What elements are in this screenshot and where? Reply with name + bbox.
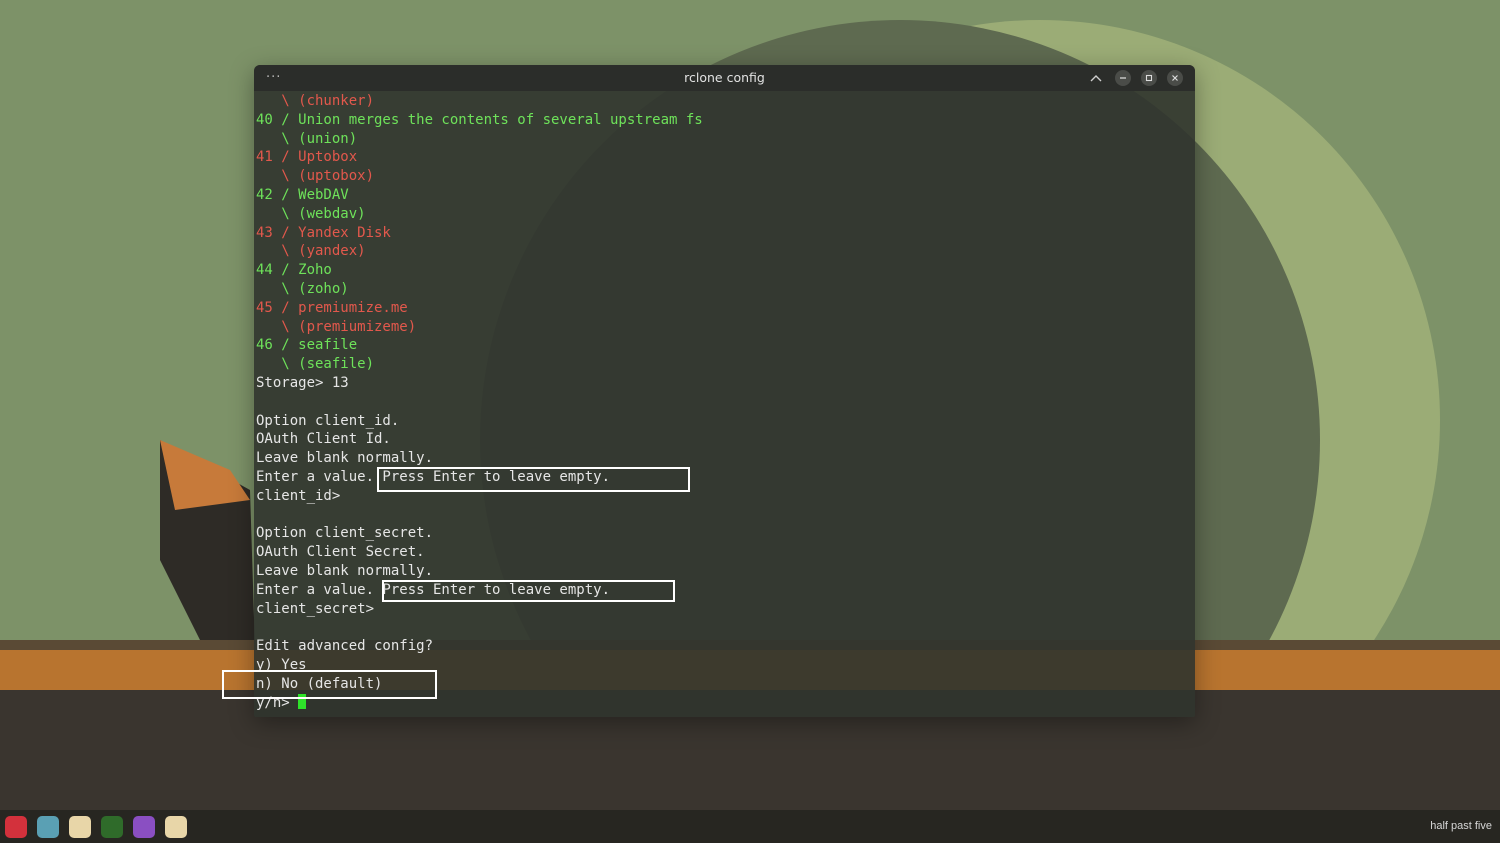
taskbar: half past five [0, 810, 1500, 843]
terminal-line: 42 / WebDAV [256, 186, 349, 203]
highlight-client-secret-hint [382, 580, 675, 602]
close-button[interactable] [1167, 70, 1183, 86]
terminal-line: \ (chunker) [256, 93, 375, 109]
debian-icon [5, 816, 27, 838]
terminal-line: \ (webdav) [256, 205, 366, 222]
taskbar-clock[interactable]: half past five [1430, 810, 1492, 843]
terminal-line: Storage> 13 [256, 374, 349, 391]
terminal-line: Leave blank normally. [256, 450, 434, 467]
terminal-output[interactable]: \ (chunker) 40 / Union merges the content… [256, 92, 1195, 717]
taskbar-app-button[interactable] [68, 815, 92, 839]
chevron-up-icon [1090, 75, 1102, 82]
maximize-button[interactable] [1141, 70, 1157, 86]
window-titlebar[interactable]: ··· rclone config [254, 65, 1195, 91]
close-icon [1172, 75, 1178, 81]
terminal-line: 40 / Union merges the contents of severa… [256, 111, 703, 128]
terminal-line: \ (uptobox) [256, 168, 375, 185]
maximize-icon [1145, 74, 1153, 82]
terminal-line: 46 / seafile [256, 337, 358, 354]
highlight-client-id-hint [377, 467, 690, 492]
taskbar-app-button[interactable] [4, 815, 28, 839]
terminal-line: \ (yandex) [256, 243, 366, 260]
terminal-window[interactable]: ··· rclone config \ (chunker) 40 / Union … [254, 65, 1195, 717]
browser-icon [133, 816, 155, 838]
taskbar-apps [4, 815, 188, 839]
terminal-line: \ (zoho) [256, 280, 349, 297]
taskbar-app-button[interactable] [100, 815, 124, 839]
minimize-icon [1120, 77, 1126, 79]
terminal-line: \ (premiumizeme) [256, 318, 417, 335]
window-title: rclone config [684, 70, 765, 85]
minimize-button[interactable] [1115, 70, 1131, 86]
terminal-line: client_secret> [256, 600, 375, 617]
terminal-line: Edit advanced config? [256, 638, 434, 655]
terminal-line: \ (union) [256, 130, 358, 147]
cat-icon [69, 816, 91, 838]
terminal-line: 41 / Uptobox [256, 149, 358, 166]
taskbar-app-button[interactable] [164, 815, 188, 839]
terminal-line: OAuth Client Id. [256, 431, 391, 448]
terminal-line: 43 / Yandex Disk [256, 224, 391, 241]
taskbar-app-button[interactable] [132, 815, 156, 839]
terminal-line: Option client_secret. [256, 525, 434, 542]
taskbar-app-button[interactable] [36, 815, 60, 839]
terminal-line: Option client_id. [256, 412, 400, 429]
cat-icon [165, 816, 187, 838]
terminal-line: Leave blank normally. [256, 562, 434, 579]
terminal-line: \ (seafile) [256, 356, 375, 373]
terminal-line: OAuth Client Secret. [256, 544, 425, 561]
files-icon [37, 816, 59, 838]
keep-above-button[interactable] [1087, 70, 1105, 86]
terminal-line: 44 / Zoho [256, 262, 332, 279]
ccleaner-icon [101, 816, 123, 838]
terminal-line: 45 / premiumize.me [256, 299, 408, 316]
highlight-no-default-option [222, 670, 437, 699]
